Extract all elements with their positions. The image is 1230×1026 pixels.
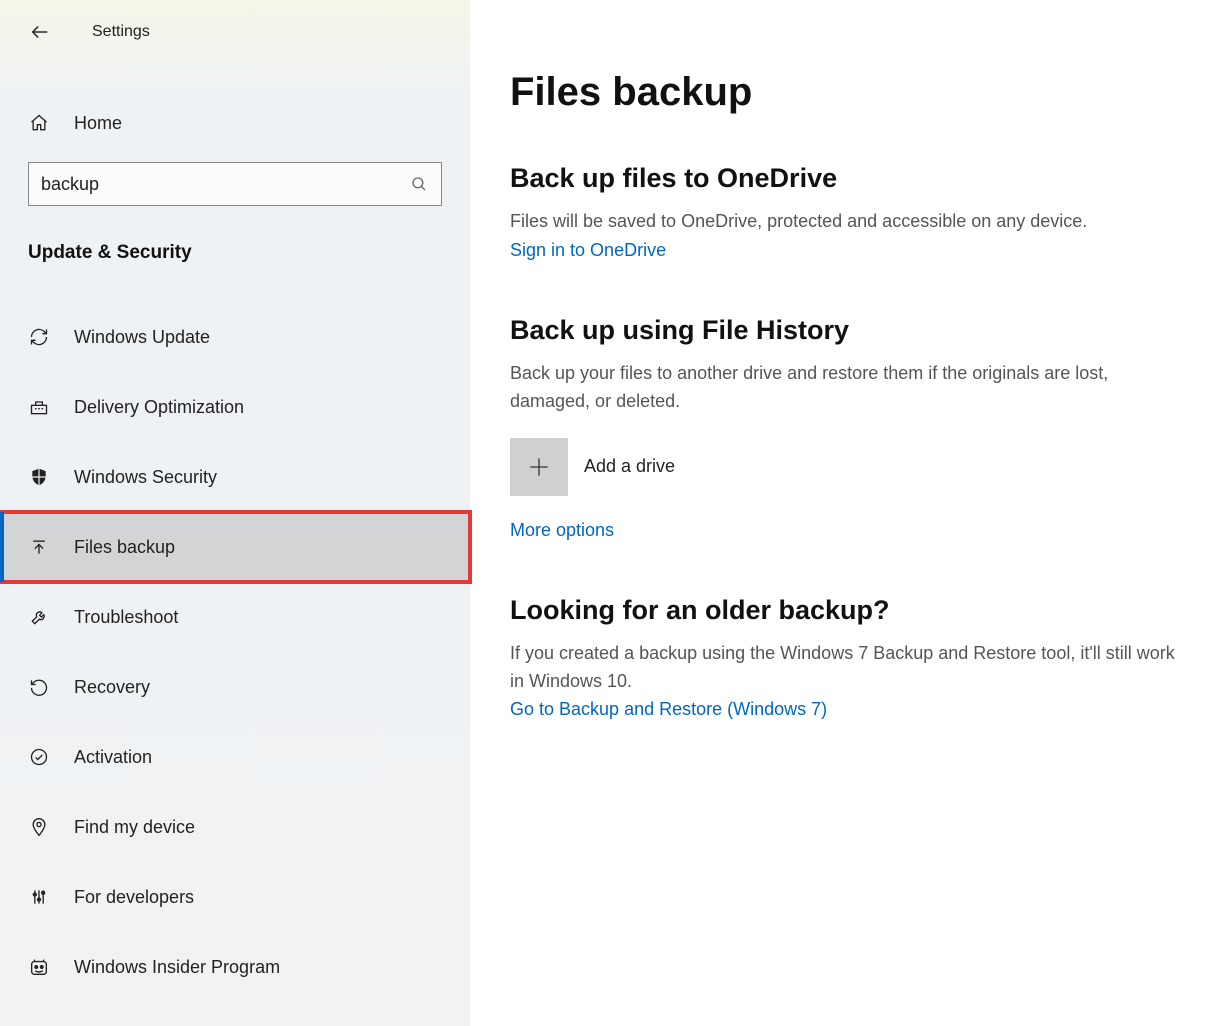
- sidebar-item-label: Files backup: [74, 537, 175, 558]
- app-title: Settings: [92, 23, 150, 41]
- sidebar-item-label: Delivery Optimization: [74, 397, 244, 418]
- sidebar-item-delivery-optimization[interactable]: Delivery Optimization: [0, 372, 470, 442]
- section-body: Files will be saved to OneDrive, protect…: [510, 208, 1190, 236]
- shield-icon: [28, 466, 50, 488]
- page-title: Files backup: [510, 70, 1190, 115]
- sidebar-item-label: Windows Update: [74, 327, 210, 348]
- section-onedrive: Back up files to OneDrive Files will be …: [510, 163, 1190, 261]
- sidebar-header: Settings: [0, 10, 470, 54]
- plus-tile: [510, 438, 568, 496]
- developer-icon: [28, 886, 50, 908]
- search-container: [28, 162, 442, 206]
- nav-list: Windows Update Delivery Optimization Win…: [0, 302, 470, 1002]
- sidebar-item-windows-insider[interactable]: Windows Insider Program: [0, 932, 470, 1002]
- home-label: Home: [74, 113, 122, 134]
- sidebar-item-windows-security[interactable]: Windows Security: [0, 442, 470, 512]
- check-circle-icon: [28, 746, 50, 768]
- home-icon: [28, 112, 50, 134]
- back-button[interactable]: [28, 20, 52, 44]
- location-icon: [28, 816, 50, 838]
- insider-icon: [28, 956, 50, 978]
- sidebar-item-label: Troubleshoot: [74, 607, 178, 628]
- sidebar-item-label: Windows Security: [74, 467, 217, 488]
- section-body: Back up your files to another drive and …: [510, 360, 1190, 416]
- sidebar-item-activation[interactable]: Activation: [0, 722, 470, 792]
- category-label: Update & Security: [0, 206, 470, 274]
- sidebar-item-label: Windows Insider Program: [74, 957, 280, 978]
- delivery-icon: [28, 396, 50, 418]
- search-icon: [409, 174, 429, 194]
- add-drive-label: Add a drive: [584, 456, 675, 477]
- section-heading: Back up files to OneDrive: [510, 163, 1190, 194]
- sidebar-item-label: Activation: [74, 747, 152, 768]
- more-options-link[interactable]: More options: [510, 520, 614, 541]
- section-file-history: Back up using File History Back up your …: [510, 315, 1190, 541]
- search-field[interactable]: [28, 162, 442, 206]
- main-content: Files backup Back up files to OneDrive F…: [470, 0, 1230, 1026]
- section-heading: Looking for an older backup?: [510, 595, 1190, 626]
- recovery-icon: [28, 676, 50, 698]
- section-body: If you created a backup using the Window…: [510, 640, 1190, 696]
- wrench-icon: [28, 606, 50, 628]
- arrow-left-icon: [29, 21, 51, 43]
- sidebar-item-label: For developers: [74, 887, 194, 908]
- search-input[interactable]: [41, 174, 409, 195]
- sign-in-onedrive-link[interactable]: Sign in to OneDrive: [510, 240, 666, 261]
- sidebar-item-windows-update[interactable]: Windows Update: [0, 302, 470, 372]
- sidebar-item-troubleshoot[interactable]: Troubleshoot: [0, 582, 470, 652]
- section-heading: Back up using File History: [510, 315, 1190, 346]
- section-older-backup: Looking for an older backup? If you crea…: [510, 595, 1190, 721]
- sidebar-item-files-backup[interactable]: Files backup: [0, 512, 470, 582]
- sidebar-item-find-my-device[interactable]: Find my device: [0, 792, 470, 862]
- sidebar-home[interactable]: Home: [0, 94, 470, 152]
- sidebar-item-label: Recovery: [74, 677, 150, 698]
- sidebar-item-for-developers[interactable]: For developers: [0, 862, 470, 932]
- sidebar-item-recovery[interactable]: Recovery: [0, 652, 470, 722]
- add-drive-button[interactable]: Add a drive: [510, 438, 1190, 496]
- backup-restore-win7-link[interactable]: Go to Backup and Restore (Windows 7): [510, 699, 827, 720]
- sidebar-item-label: Find my device: [74, 817, 195, 838]
- backup-icon: [28, 536, 50, 558]
- refresh-icon: [28, 326, 50, 348]
- sidebar: Settings Home Update & Security Windows …: [0, 0, 470, 1026]
- plus-icon: [526, 454, 552, 480]
